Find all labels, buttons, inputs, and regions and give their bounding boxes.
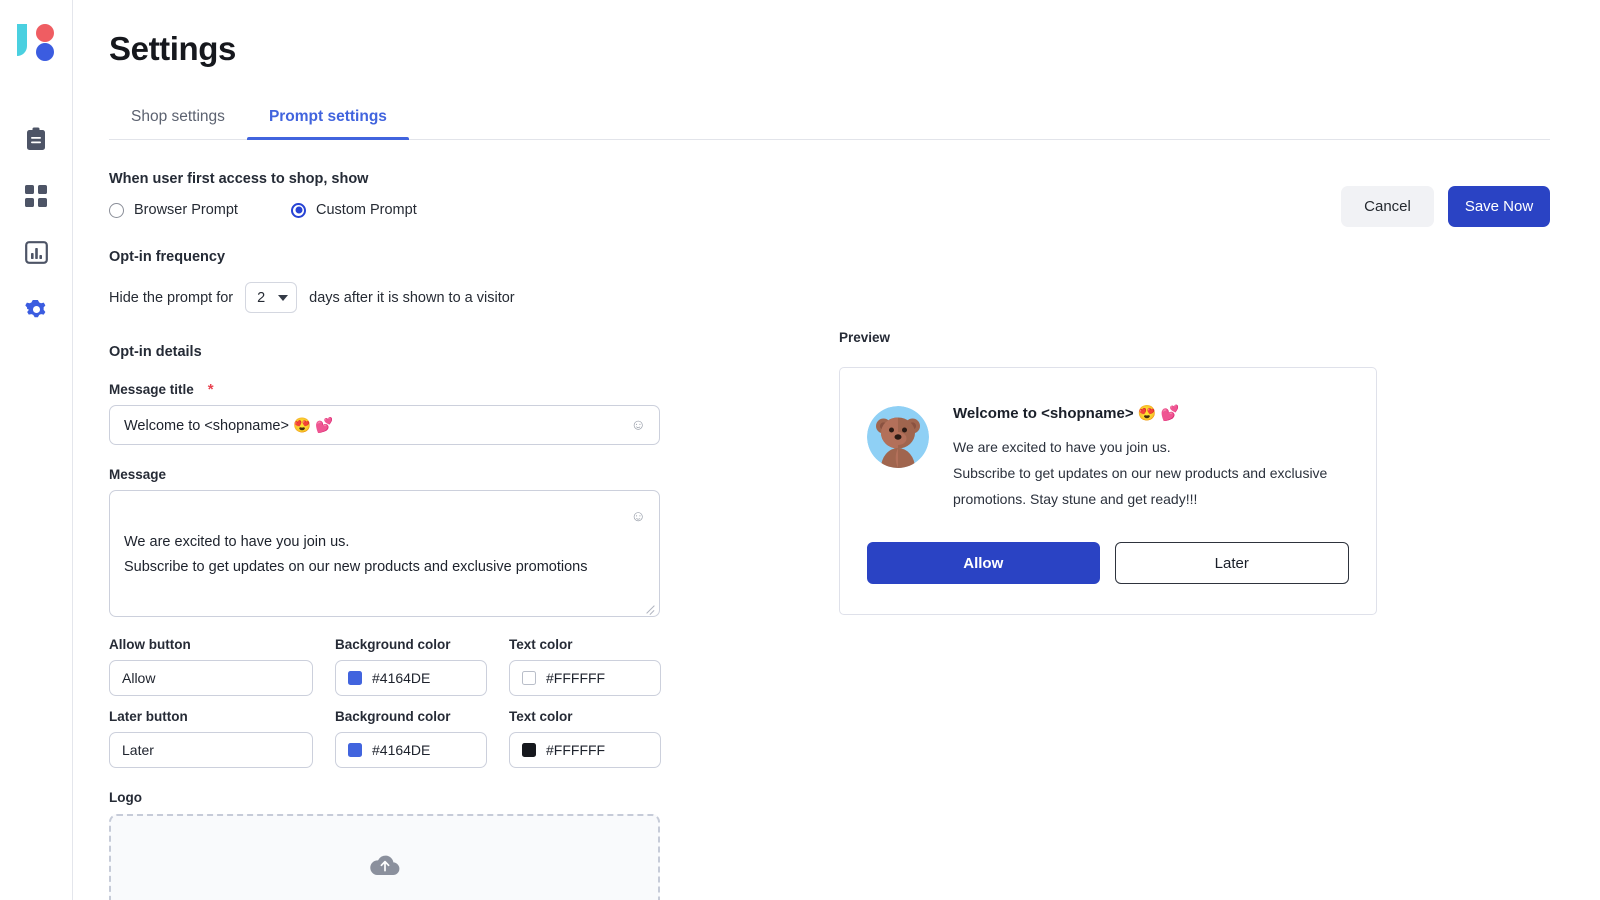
emoji-picker-icon[interactable]: ☺ (631, 418, 646, 433)
left-sidebar (0, 0, 73, 900)
gear-icon (24, 297, 49, 322)
button-config-grid: Allow button Allow Background color #416… (109, 637, 729, 768)
allow-bg-color-label: Background color (335, 637, 451, 652)
later-text-color-cell: Text color #FFFFFF (509, 709, 683, 768)
bear-avatar-icon (867, 406, 929, 468)
preview-later-button[interactable]: Later (1114, 542, 1349, 585)
grid-icon (25, 184, 47, 207)
cloud-upload-icon (369, 854, 400, 882)
later-text-color-value: #FFFFFF (546, 742, 606, 758)
later-button-name-input[interactable]: Later (109, 732, 313, 768)
allow-button-name-cell: Allow button Allow (109, 637, 335, 696)
optin-details-heading: Opt-in details (109, 344, 202, 360)
frequency-days-value: 2 (257, 289, 266, 306)
preview-label: Preview (839, 330, 891, 345)
prompt-type-heading: When user first access to shop, show (109, 171, 369, 187)
required-asterisk: * (207, 381, 214, 398)
frequency-days-select[interactable]: 2 (245, 282, 298, 313)
later-bg-color-input[interactable]: #4164DE (335, 732, 487, 768)
message-title-input[interactable]: Welcome to <shopname> 😍 💕 ☺ (109, 405, 660, 445)
color-swatch-icon[interactable] (348, 743, 362, 757)
preview-text-block: Welcome to <shopname> 😍 💕 We are excited… (953, 404, 1349, 512)
color-swatch-icon[interactable] (522, 743, 536, 757)
frequency-row: Hide the prompt for 2 days after it is s… (109, 282, 729, 313)
emoji-picker-icon[interactable]: ☺ (631, 509, 646, 524)
later-bg-color-cell: Background color #4164DE (335, 709, 509, 768)
tab-prompt-settings[interactable]: Prompt settings (246, 108, 409, 140)
allow-bg-color-input[interactable]: #4164DE (335, 660, 487, 696)
message-title-label-row: Message title * (109, 382, 729, 397)
main-content: Settings Shop settings Prompt settings C… (73, 0, 1600, 900)
allow-button-label: Allow button (109, 637, 191, 652)
prompt-type-radio-group: Browser Prompt Custom Prompt (109, 202, 729, 218)
sidebar-item-clipboard[interactable] (0, 110, 72, 167)
cancel-button[interactable]: Cancel (1341, 186, 1434, 227)
sidebar-item-analytics[interactable] (0, 224, 72, 281)
app-logo[interactable] (13, 22, 59, 62)
allow-bg-color-value: #4164DE (372, 670, 431, 686)
allow-bg-color-cell: Background color #4164DE (335, 637, 509, 696)
tab-bar: Shop settings Prompt settings (109, 94, 1550, 140)
radio-custom-prompt[interactable]: Custom Prompt (291, 202, 417, 218)
later-button-name-cell: Later button Later (109, 709, 335, 768)
sidebar-item-dashboard[interactable] (0, 167, 72, 224)
frequency-heading: Opt-in frequency (109, 249, 226, 265)
frequency-suffix-label: days after it is shown to a visitor (309, 289, 515, 306)
app-root: Settings Shop settings Prompt settings C… (0, 0, 1600, 900)
message-value: We are excited to have you join us. Subs… (124, 533, 588, 576)
avatar (867, 406, 929, 468)
save-now-button[interactable]: Save Now (1448, 186, 1550, 227)
allow-button-name-value: Allow (122, 670, 156, 686)
chevron-down-icon (278, 294, 289, 301)
preview-header: Welcome to <shopname> 😍 💕 We are excited… (867, 404, 1349, 512)
message-title-field: Message title * Welcome to <shopname> 😍 … (109, 382, 729, 445)
logo-upload-field: Logo Drop files here (109, 790, 729, 900)
preview-buttons: Allow Later (867, 542, 1349, 585)
preview-allow-button[interactable]: Allow (867, 542, 1100, 585)
radio-circle-icon (109, 202, 124, 218)
message-label-row: Message (109, 467, 729, 482)
textarea-resize-handle[interactable] (645, 602, 656, 613)
action-buttons: Cancel Save Now (1341, 186, 1550, 227)
allow-button-name-input[interactable]: Allow (109, 660, 313, 696)
message-label: Message (109, 467, 167, 482)
allow-text-color-value: #FFFFFF (546, 670, 606, 686)
app-logo-icon (17, 24, 54, 61)
chart-icon (24, 241, 48, 264)
logo-label-row: Logo (109, 790, 729, 805)
message-title-value: Welcome to <shopname> 😍 💕 (124, 417, 334, 434)
sidebar-nav (0, 110, 72, 338)
message-field: Message We are excited to have you join … (109, 467, 729, 617)
allow-text-color-label: Text color (509, 637, 573, 652)
color-swatch-icon[interactable] (522, 671, 536, 685)
color-swatch-icon[interactable] (348, 671, 362, 685)
later-bg-color-value: #4164DE (372, 742, 431, 758)
later-button-name-value: Later (122, 742, 154, 758)
tab-shop-settings[interactable]: Shop settings (109, 108, 247, 139)
settings-form: When user first access to shop, show Bro… (109, 140, 729, 900)
message-title-label: Message title (109, 382, 194, 397)
preview-title: Welcome to <shopname> 😍 💕 (953, 405, 1180, 422)
later-text-color-input[interactable]: #FFFFFF (509, 732, 661, 768)
frequency-prefix-label: Hide the prompt for (109, 289, 234, 306)
radio-browser-prompt-label: Browser Prompt (134, 202, 238, 218)
page-title: Settings (109, 30, 236, 67)
clipboard-icon (25, 127, 47, 151)
later-bg-color-label: Background color (335, 709, 451, 724)
logo-label: Logo (109, 790, 142, 805)
sidebar-item-settings[interactable] (0, 281, 72, 338)
logo-dropzone[interactable]: Drop files here (109, 814, 660, 900)
allow-text-color-input[interactable]: #FFFFFF (509, 660, 661, 696)
preview-column: Preview Welcome to <shopname> 😍 💕 We are… (729, 140, 1550, 900)
allow-text-color-cell: Text color #FFFFFF (509, 637, 683, 696)
later-button-label: Later button (109, 709, 188, 724)
radio-circle-selected-icon (291, 202, 306, 218)
message-textarea[interactable]: We are excited to have you join us. Subs… (109, 490, 660, 617)
radio-browser-prompt[interactable]: Browser Prompt (109, 202, 291, 218)
preview-card: Welcome to <shopname> 😍 💕 We are excited… (839, 367, 1377, 616)
later-text-color-label: Text color (509, 709, 573, 724)
preview-body: We are excited to have you join us. Subs… (953, 439, 1328, 507)
content-columns: When user first access to shop, show Bro… (109, 140, 1550, 900)
radio-custom-prompt-label: Custom Prompt (316, 202, 417, 218)
